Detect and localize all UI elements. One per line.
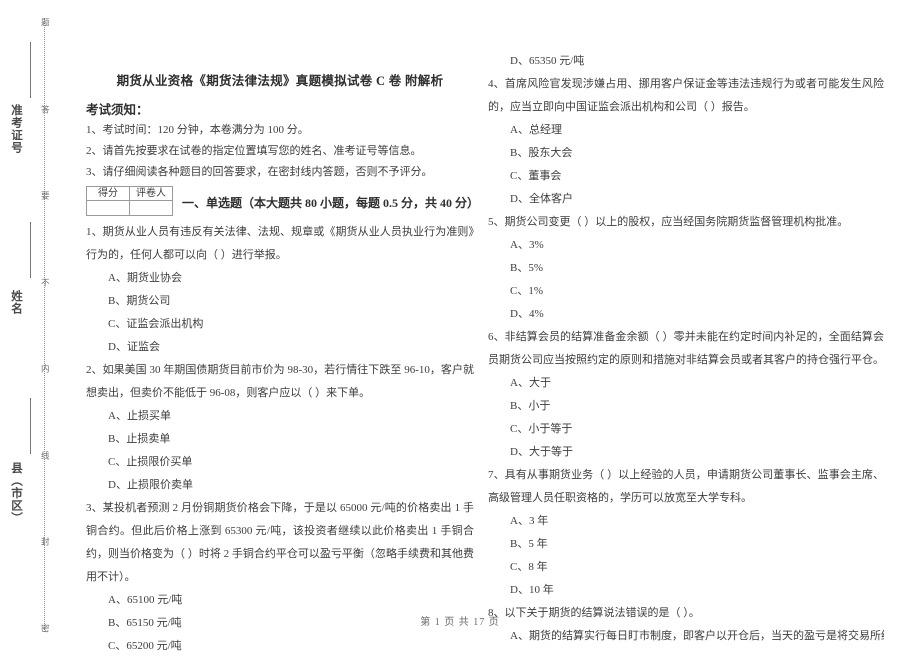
question-option[interactable]: C、8 年: [488, 556, 884, 579]
score-header-row: 得分 评卷人 一、单选题（本大题共 80 小题，每题 0.5 分，共 40 分）: [86, 186, 480, 216]
question-option[interactable]: A、3 年: [488, 510, 884, 533]
page-footer: 第 1 页 共 17 页: [420, 617, 500, 628]
score-box-value-score[interactable]: [86, 200, 130, 216]
notice-item: 3、请仔细阅读各种题目的回答要求，在密封线内答题，否则不予评分。: [86, 166, 433, 178]
question-item: 4、首席风险官发现涉嫌占用、挪用客户保证金等违法违规行为或者可能发生风险的，应当…: [488, 73, 884, 211]
question-stem: 5、期货公司变更（ ）以上的股权，应当经国务院期货监督管理机构批准。: [488, 216, 849, 228]
question-item: 6、非结算会员的结算准备金余额（ ）零并未能在约定时间内补足的，全面结算会员期货…: [488, 326, 884, 464]
question-option[interactable]: C、证监会派出机构: [86, 313, 474, 336]
margin-field-county: 县（市区）: [10, 462, 22, 525]
page-title: 期货从业资格《期货法律法规》真题模拟试卷 C 卷 附解析: [116, 74, 444, 88]
question-option[interactable]: D、全体客户: [488, 188, 884, 211]
score-box-value-grader[interactable]: [129, 200, 173, 216]
question-option[interactable]: A、总经理: [488, 119, 884, 142]
question-item: 3、某投机者预测 2 月份铜期货价格会下降，于是以 65000 元/吨的价格卖出…: [86, 497, 474, 658]
question-item-continuation: D、65350 元/吨: [488, 50, 884, 73]
question-option[interactable]: A、65100 元/吨: [86, 589, 474, 612]
question-option[interactable]: D、4%: [488, 303, 884, 326]
question-option[interactable]: D、大于等于: [488, 441, 884, 464]
question-list-left: 1、期货从业人员有违反有关法律、法规、规章或《期货从业人员执业行为准则》行为的，…: [86, 221, 474, 658]
margin-field-group: 准考证号 姓名 县（市区）: [0, 0, 44, 650]
question-option[interactable]: B、5 年: [488, 533, 884, 556]
question-stem: 6、非结算会员的结算准备金余额（ ）零并未能在约定时间内补足的，全面结算会员期货…: [488, 331, 884, 366]
question-option[interactable]: B、止损卖单: [86, 428, 474, 451]
score-box-header-grader: 评卷人: [129, 186, 173, 201]
exam-page: 题 答 要 不 内 线 封 密 准考证号 姓名 县（市区） 期货从业资格《期货法…: [0, 0, 920, 652]
margin-field-name: 姓名: [10, 290, 22, 315]
question-option[interactable]: C、董事会: [488, 165, 884, 188]
margin-rule: [30, 222, 31, 278]
question-item: 5、期货公司变更（ ）以上的股权，应当经国务院期货监督管理机构批准。 A、3% …: [488, 211, 884, 326]
question-item: 7、具有从事期货业务（ ）以上经验的人员，申请期货公司董事长、监事会主席、高级管…: [488, 464, 884, 602]
question-option[interactable]: C、1%: [488, 280, 884, 303]
question-option[interactable]: A、止损买单: [86, 405, 474, 428]
right-column: D、65350 元/吨 4、首席风险官发现涉嫌占用、挪用客户保证金等违法违规行为…: [488, 0, 884, 650]
score-box-header-score: 得分: [86, 186, 130, 201]
question-stem: 3、某投机者预测 2 月份铜期货价格会下降，于是以 65000 元/吨的价格卖出…: [86, 502, 474, 583]
left-column: 期货从业资格《期货法律法规》真题模拟试卷 C 卷 附解析 考试须知： 1、考试时…: [86, 0, 480, 652]
question-option[interactable]: B、小于: [488, 395, 884, 418]
question-option[interactable]: A、大于: [488, 372, 884, 395]
question-option[interactable]: A、3%: [488, 234, 884, 257]
question-option[interactable]: C、65200 元/吨: [86, 635, 474, 658]
question-option[interactable]: A、期货的结算实行每日盯市制度，即客户以开仓后，当天的盈亏是将交易所结算价与客户: [488, 625, 884, 648]
seal-margin: 题 答 要 不 内 线 封 密 准考证号 姓名 县（市区）: [0, 0, 62, 650]
notice-item: 1、考试时间：120 分钟，本卷满分为 100 分。: [86, 124, 309, 136]
question-option[interactable]: A、期货业协会: [86, 267, 474, 290]
margin-rule: [30, 42, 31, 98]
question-option[interactable]: B、股东大会: [488, 142, 884, 165]
question-list-right: D、65350 元/吨 4、首席风险官发现涉嫌占用、挪用客户保证金等违法违规行为…: [488, 50, 884, 648]
question-stem: 2、如果美国 30 年期国债期货目前市价为 98-30，若行情往下跌至 96-1…: [86, 364, 474, 399]
notice-item: 2、请首先按要求在试卷的指定位置填写您的姓名、准考证号等信息。: [86, 145, 422, 157]
question-option[interactable]: D、10 年: [488, 579, 884, 602]
question-stem: 1、期货从业人员有违反有关法律、法规、规章或《期货从业人员执业行为准则》行为的，…: [86, 226, 474, 261]
question-stem: 4、首席风险官发现涉嫌占用、挪用客户保证金等违法违规行为或者可能发生风险的，应当…: [488, 78, 884, 113]
margin-rule: [30, 398, 31, 454]
question-option[interactable]: B、5%: [488, 257, 884, 280]
question-option[interactable]: D、止损限价卖单: [86, 474, 474, 497]
question-item: 2、如果美国 30 年期国债期货目前市价为 98-30，若行情往下跌至 96-1…: [86, 359, 474, 497]
section-title: 一、单选题（本大题共 80 小题，每题 0.5 分，共 40 分）: [182, 196, 480, 210]
question-option[interactable]: C、止损限价买单: [86, 451, 474, 474]
score-box: 得分 评卷人: [86, 186, 173, 216]
question-stem: 7、具有从事期货业务（ ）以上经验的人员，申请期货公司董事长、监事会主席、高级管…: [488, 469, 884, 504]
notice-heading: 考试须知：: [86, 103, 149, 117]
question-option[interactable]: C、小于等于: [488, 418, 884, 441]
notice-list: 1、考试时间：120 分钟，本卷满分为 100 分。 2、请首先按要求在试卷的指…: [86, 120, 474, 183]
question-item: 1、期货从业人员有违反有关法律、法规、规章或《期货从业人员执业行为准则》行为的，…: [86, 221, 474, 359]
margin-field-exam-number: 准考证号: [10, 104, 22, 154]
question-option[interactable]: B、期货公司: [86, 290, 474, 313]
question-option[interactable]: D、65350 元/吨: [488, 50, 884, 73]
question-option[interactable]: D、证监会: [86, 336, 474, 359]
